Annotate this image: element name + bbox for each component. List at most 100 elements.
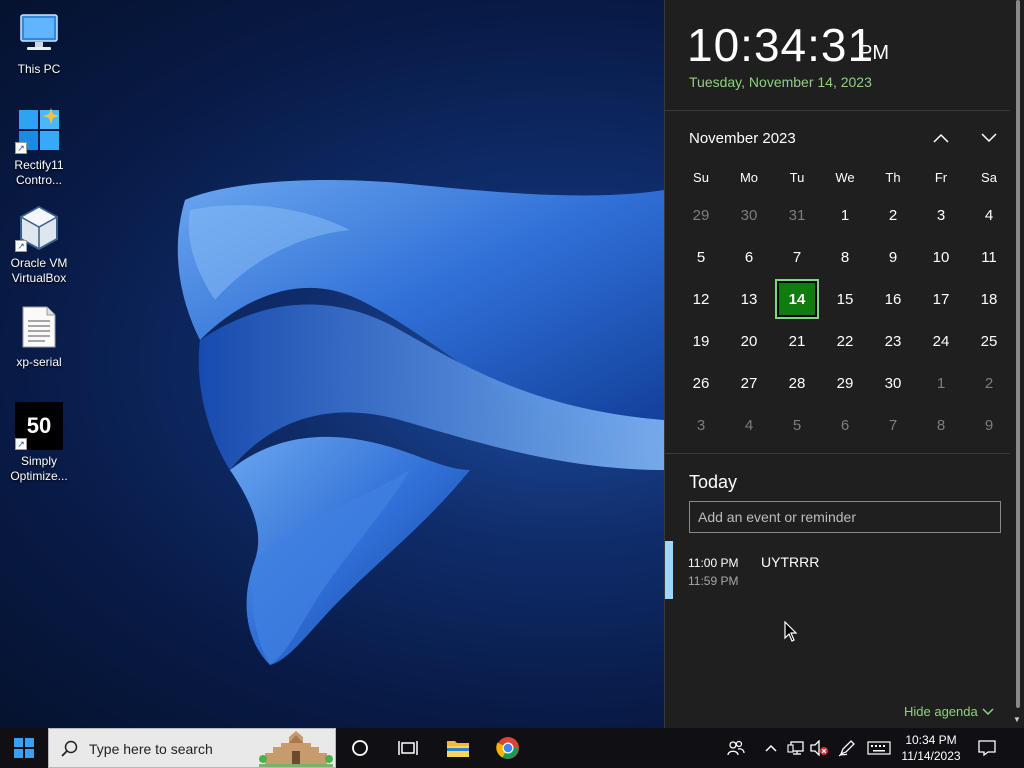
pen-workspace-button[interactable] [836,728,858,768]
desktop-icon-simply-optimizer[interactable]: 50 ↗ Simply Optimize... [6,402,72,484]
desktop-icon-this-pc[interactable]: This PC [6,10,72,77]
calendar-flyout: 10:34:31 PM Tuesday, November 14, 2023 N… [664,0,1013,728]
action-center-button[interactable] [974,728,1000,768]
show-hidden-icons-button[interactable] [762,728,780,768]
calendar-day[interactable]: 1 [821,194,869,236]
desktop-icon-rectify11[interactable]: ↗ Rectify11 Contro... [6,106,72,188]
calendar-day[interactable]: 28 [773,362,821,404]
month-title[interactable]: November 2023 [689,130,796,147]
scroll-down-arrow-icon[interactable]: ▼ [1011,714,1023,726]
calendar-day[interactable]: 3 [677,404,725,446]
start-button[interactable] [0,728,48,768]
calendar-day[interactable]: 4 [725,404,773,446]
calendar-day[interactable]: 1 [917,362,965,404]
weekday-label: We [835,170,855,185]
calendar-day[interactable]: 23 [869,320,917,362]
calendar-day[interactable]: 4 [965,194,1013,236]
calendar-day[interactable]: 10 [917,236,965,278]
chevron-up-icon [765,744,777,752]
desktop-icon-label: Simply Optimize... [10,454,68,483]
virtualbox-icon: ↗ [15,204,63,252]
people-button[interactable] [724,728,748,768]
volume-button[interactable] [808,728,830,768]
calendar-day[interactable]: 30 [725,194,773,236]
mouse-cursor-icon [784,621,798,642]
calendar-day[interactable]: 13 [725,278,773,320]
clock-ampm: PM [859,42,889,64]
notification-icon [978,740,996,756]
network-button[interactable] [786,728,806,768]
calendar-day[interactable]: 9 [869,236,917,278]
calendar-day[interactable]: 19 [677,320,725,362]
text-file-icon [15,303,63,351]
calendar-day[interactable]: 25 [965,320,1013,362]
chrome-button[interactable] [486,728,530,768]
touch-keyboard-button[interactable] [866,728,892,768]
clock-date-link[interactable]: Tuesday, November 14, 2023 [689,74,872,90]
tray-clock[interactable]: 10:34 PM 11/14/2023 [896,732,966,764]
weekday-label: Sa [981,170,997,185]
calendar-day[interactable]: 21 [773,320,821,362]
volume-muted-icon [810,740,828,756]
calendar-day[interactable]: 6 [725,236,773,278]
network-icon [787,741,804,755]
desktop-icon-label: This PC [17,62,61,76]
calendar-day[interactable]: 26 [677,362,725,404]
calendar-day[interactable]: 5 [677,236,725,278]
search-placeholder: Type here to search [89,741,213,757]
tray-time: 10:34 PM [905,733,957,747]
calendar-day[interactable]: 17 [917,278,965,320]
calendar-day[interactable]: 6 [821,404,869,446]
calendar-day[interactable]: 3 [917,194,965,236]
calendar-day[interactable]: 24 [917,320,965,362]
calendar-day[interactable]: 20 [725,320,773,362]
calendar-day[interactable]: 30 [869,362,917,404]
simply-optimizer-badge: 50 [26,413,52,438]
scrollbar-thumb[interactable] [1016,0,1020,708]
hide-agenda-button[interactable]: Hide agenda [904,704,994,719]
calendar-day[interactable]: 15 [821,278,869,320]
calendar-day[interactable]: 7 [869,404,917,446]
shortcut-arrow-icon: ↗ [15,142,27,154]
calendar-day[interactable]: 16 [869,278,917,320]
event-end-time: 11:59 PM [688,574,739,588]
desktop-icon-xp-serial[interactable]: xp-serial [6,303,72,370]
calendar-day[interactable]: 2 [869,194,917,236]
desktop-icon-label: xp-serial [16,355,62,369]
calendar-day[interactable]: 27 [725,362,773,404]
taskbar-search-box[interactable]: Type here to search [48,728,336,768]
rectify11-icon: ↗ [15,106,63,154]
weekday-label: Th [885,170,901,185]
file-explorer-icon [447,741,469,757]
desktop-icon-label: Rectify11 Contro... [14,158,64,187]
computer-icon [15,10,63,58]
previous-month-button[interactable] [927,126,955,150]
calendar-day[interactable]: 8 [821,236,869,278]
simply-optimizer-icon: 50 ↗ [15,402,63,450]
calendar-day[interactable]: 29 [677,194,725,236]
task-view-button[interactable] [386,728,430,768]
calendar-day[interactable]: 11 [965,236,1013,278]
event-title: UYTRRR [761,554,820,570]
divider [665,453,1011,454]
calendar-day[interactable]: 8 [917,404,965,446]
calendar-day-today[interactable]: 14 [775,279,819,319]
calendar-day[interactable]: 18 [965,278,1013,320]
cortana-button[interactable] [338,728,382,768]
file-explorer-button[interactable] [436,728,480,768]
desktop-icon-virtualbox[interactable]: ↗ Oracle VM VirtualBox [6,204,72,286]
calendar-day[interactable]: 7 [773,236,821,278]
agenda-today-header: Today [689,472,738,492]
add-event-input[interactable] [689,501,1001,533]
calendar-day[interactable]: 2 [965,362,1013,404]
calendar-day[interactable]: 12 [677,278,725,320]
calendar-day[interactable]: 22 [821,320,869,362]
taskbar: Type here to search 10:34 PM 11/14/2023 [0,728,1024,768]
calendar-day[interactable]: 5 [773,404,821,446]
next-month-button[interactable] [975,126,1003,150]
calendar-day[interactable]: 31 [773,194,821,236]
wallpaper-bloom [177,180,664,665]
calendar-day[interactable]: 9 [965,404,1013,446]
calendar-day[interactable]: 29 [821,362,869,404]
chevron-down-icon [981,133,997,143]
